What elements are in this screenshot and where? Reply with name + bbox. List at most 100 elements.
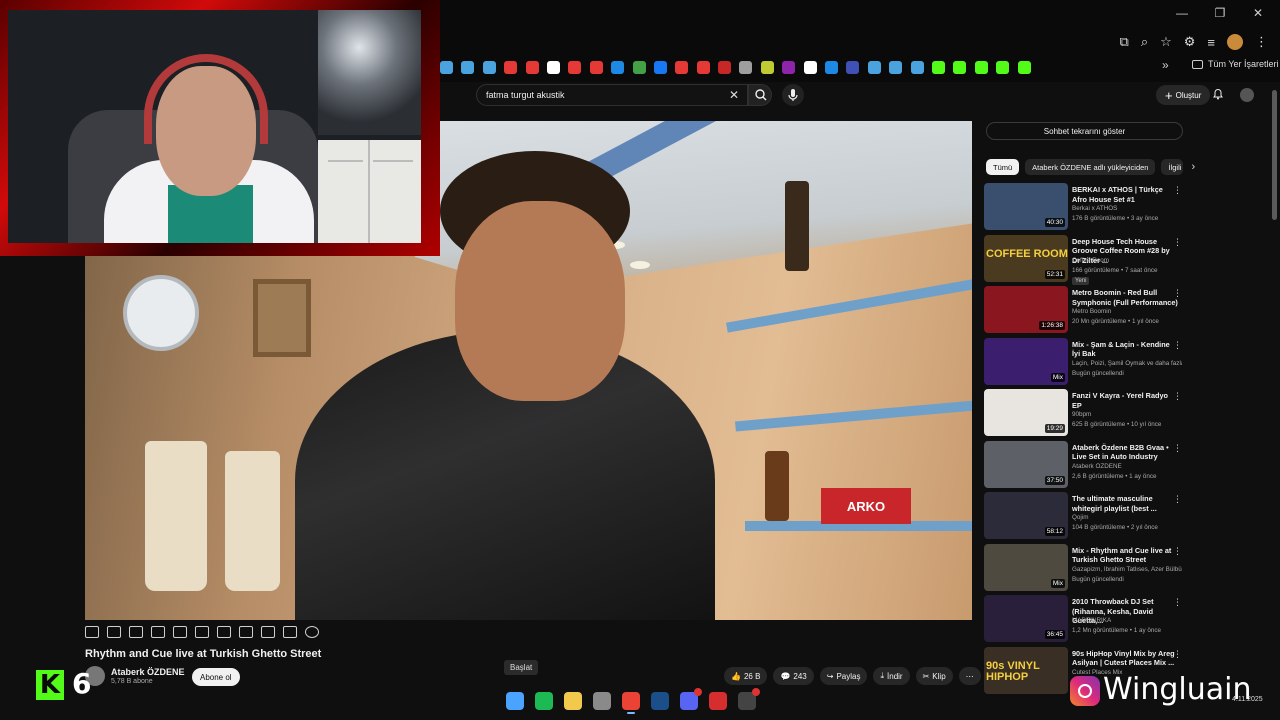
bookmark-favicon[interactable]	[846, 60, 860, 74]
bookmark-favicon[interactable]	[974, 60, 988, 74]
zoom-icon[interactable]: ⌕	[1141, 34, 1148, 50]
filter-chip[interactable]: Tümü	[986, 159, 1020, 175]
search-input[interactable]: fatma turgut akustik ✕	[476, 84, 748, 106]
bookmark-favicon[interactable]	[889, 60, 903, 74]
sort-icon[interactable]	[107, 626, 121, 638]
recommendation-item[interactable]: COFFEE ROOM 52:31 Deep House Tech House Gr…	[984, 234, 1188, 287]
more-options-icon[interactable]: ⋮	[1173, 391, 1182, 402]
speed-icon[interactable]	[239, 626, 253, 638]
create-button[interactable]: + Oluştur	[1156, 85, 1211, 105]
more-options-icon[interactable]: ⋮	[1173, 237, 1182, 248]
popup-icon[interactable]	[261, 626, 275, 638]
bookmark-favicon[interactable]	[931, 60, 945, 74]
recommendation-thumbnail[interactable]: Mix	[984, 337, 1068, 385]
close-icon[interactable]: ✕	[1250, 6, 1266, 20]
recommendation-thumbnail[interactable]: 58:12	[984, 492, 1068, 539]
bookmark-favicon[interactable]	[803, 60, 817, 74]
file-explorer-icon[interactable]	[564, 692, 582, 710]
bookmark-star-icon[interactable]: ☆	[1160, 34, 1172, 50]
recommendation-thumbnail[interactable]: 90s VINYL HIPHOP	[984, 646, 1068, 694]
obs-icon[interactable]	[738, 688, 760, 710]
bookmark-favicon[interactable]	[953, 60, 967, 74]
recommendation-item[interactable]: 1:26:38 Metro Boomin - Red Bull Symphonic…	[984, 286, 1188, 338]
bookmark-favicon[interactable]	[718, 60, 732, 74]
bookmark-favicon[interactable]	[867, 60, 881, 74]
install-app-icon[interactable]: ⧉	[1120, 34, 1129, 50]
more-options-icon[interactable]: ⋮	[1173, 340, 1182, 351]
bookmark-favicon[interactable]	[653, 60, 667, 74]
search-button[interactable]	[748, 84, 772, 106]
bookmark-favicon[interactable]	[996, 60, 1010, 74]
recommendation-item[interactable]: 58:12 The ultimate masculine whitegirl pl…	[984, 492, 1188, 544]
restore-icon[interactable]: ❐	[1212, 6, 1228, 20]
recommendation-item[interactable]: 36:45 2010 Throwback DJ Set (Rihanna, Kes…	[984, 595, 1188, 647]
steam-icon[interactable]	[651, 692, 669, 710]
more-options-icon[interactable]: ⋮	[1173, 649, 1182, 660]
discord-icon[interactable]	[680, 688, 702, 710]
more-actions-button[interactable]: ⋯	[958, 667, 981, 685]
recommendation-thumbnail[interactable]: Mix	[984, 543, 1068, 591]
more-options-icon[interactable]: ⋮	[1173, 185, 1182, 196]
spotify-icon[interactable]	[535, 692, 553, 710]
recommendation-thumbnail[interactable]: 1:26:38	[984, 286, 1068, 333]
filter-chip[interactable]: İlgili	[1161, 159, 1184, 175]
media-control-icon[interactable]: ≡	[1207, 35, 1215, 50]
dislike-button[interactable]: 💬 243	[773, 667, 814, 685]
gear-icon[interactable]	[305, 626, 319, 638]
audio-icon[interactable]	[129, 626, 143, 638]
cinema-icon[interactable]	[173, 626, 187, 638]
download-button[interactable]: ⤓ İndir	[873, 667, 910, 685]
loop-icon[interactable]	[85, 626, 99, 638]
recommendation-item[interactable]: Mix Mix - Şam & Laçin - Kendine İyi Bak La…	[984, 337, 1188, 390]
bookmark-favicon[interactable]	[782, 60, 796, 74]
bookmark-favicon[interactable]	[675, 60, 689, 74]
bookmark-favicon[interactable]	[546, 60, 560, 74]
more-options-icon[interactable]: ⋮	[1173, 546, 1182, 557]
browser-menu-icon[interactable]: ⋮	[1255, 34, 1268, 50]
all-bookmarks-folder[interactable]: Tüm Yer İşaretleri	[1192, 59, 1279, 69]
recommendation-thumbnail[interactable]: COFFEE ROOM 52:31	[984, 234, 1068, 282]
more-options-icon[interactable]: ⋮	[1173, 288, 1182, 299]
recommendation-thumbnail[interactable]: 19:29	[984, 389, 1068, 436]
windows-start-icon[interactable]	[506, 692, 524, 710]
settings-icon[interactable]	[593, 692, 611, 710]
recommendation-item[interactable]: Mix Mix - Rhythm and Cue live at Turkish …	[984, 543, 1188, 596]
recommendation-thumbnail[interactable]: 40:30	[984, 183, 1068, 230]
subscribe-button[interactable]: Abone ol	[192, 668, 240, 686]
share-button[interactable]: ↪ Paylaş	[819, 667, 868, 685]
screenshot-icon[interactable]	[151, 626, 165, 638]
bookmark-favicon[interactable]	[525, 60, 539, 74]
voice-search-button[interactable]	[782, 84, 804, 106]
more-options-icon[interactable]: ⋮	[1173, 443, 1182, 454]
bookmark-favicon[interactable]	[1017, 60, 1031, 74]
more-options-icon[interactable]: ⋮	[1173, 494, 1182, 505]
bookmark-favicon[interactable]	[632, 60, 646, 74]
recommendation-item[interactable]: 40:30 BERKAI x ATHOS | Türkçe Afro House …	[984, 183, 1188, 235]
bookmark-favicon[interactable]	[568, 60, 582, 74]
like-button[interactable]: 👍 26 B	[724, 667, 768, 685]
filter-chip[interactable]: Ataberk ÖZDENE adlı yükleyiciden	[1025, 159, 1156, 175]
bookmark-favicon[interactable]	[696, 60, 710, 74]
bookmark-favicon[interactable]	[589, 60, 603, 74]
expand-icon[interactable]	[195, 626, 209, 638]
recommendation-item[interactable]: 37:50 Ataberk Özdene B2B Gvaa • Live Set …	[984, 440, 1188, 493]
chevron-right-icon[interactable]: ›	[1191, 161, 1195, 173]
bookmark-favicon[interactable]	[504, 60, 518, 74]
extensions-icon[interactable]: ⚙	[1184, 34, 1196, 50]
minimize-icon[interactable]: —	[1174, 6, 1190, 20]
bookmark-favicon[interactable]	[739, 60, 753, 74]
notifications-bell-icon[interactable]	[1212, 88, 1224, 100]
bookmark-favicon[interactable]	[910, 60, 924, 74]
bookmark-favicon[interactable]	[825, 60, 839, 74]
more-options-icon[interactable]: ⋮	[1173, 597, 1182, 608]
profile-avatar[interactable]	[1227, 34, 1243, 50]
clip-button[interactable]: ✂ Klip	[915, 667, 953, 685]
bookmark-favicon[interactable]	[482, 60, 496, 74]
recommendation-item[interactable]: 19:29 Fanzi V Kayra - Yerel Radyo EP 90bpm…	[984, 389, 1188, 441]
show-chat-replay-button[interactable]: Sohbet tekrarını göster	[986, 122, 1183, 140]
clear-search-icon[interactable]: ✕	[729, 88, 739, 102]
camera-icon[interactable]	[283, 626, 297, 638]
scrollbar[interactable]	[1272, 90, 1277, 220]
account-avatar[interactable]	[1240, 88, 1254, 102]
bookmark-favicon[interactable]	[611, 60, 625, 74]
